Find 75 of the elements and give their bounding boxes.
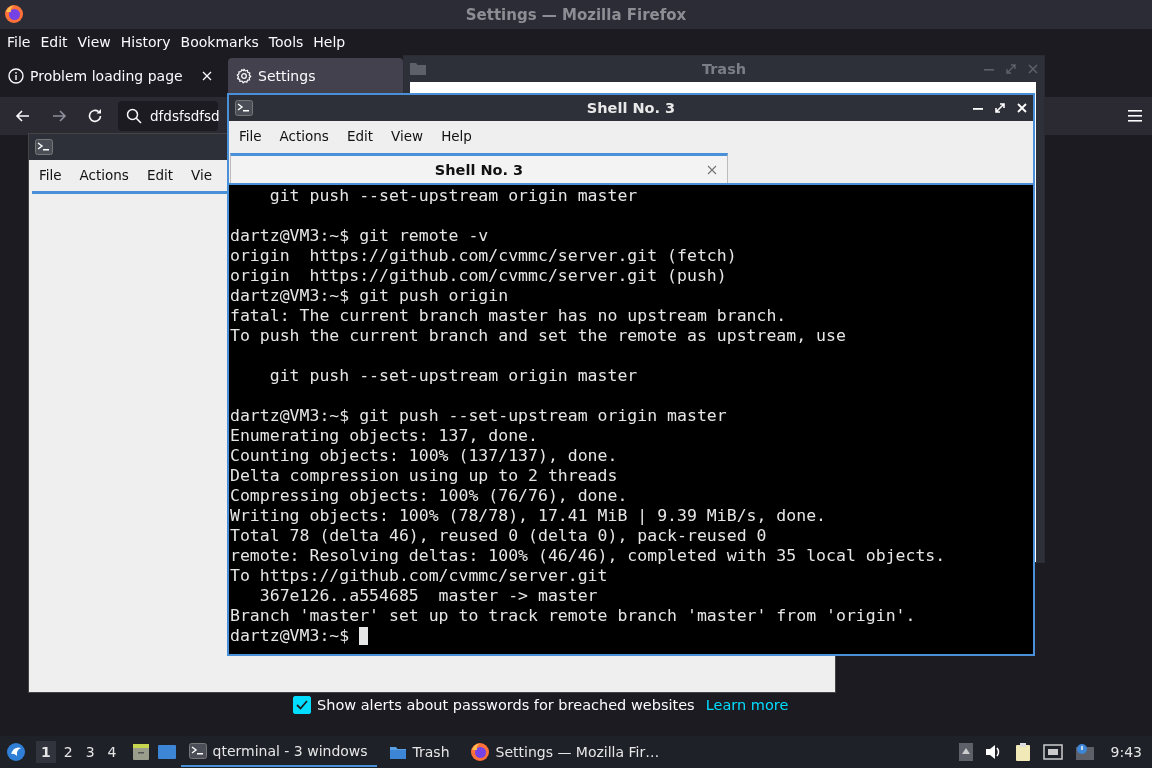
menu-item[interactable]: Actions bbox=[279, 128, 329, 144]
browser-tab[interactable]: Problem loading page bbox=[0, 58, 224, 93]
terminal-line: Branch 'master' set up to track remote branch 'master' from 'origin'. bbox=[230, 606, 917, 626]
terminal-line: 367e126..a554685 master -> master bbox=[258, 586, 599, 606]
checkbox-label: Show alerts about passwords for breached websites bbox=[317, 697, 695, 713]
terminal-line: dartz@VM3:~$ git remote -v bbox=[230, 226, 490, 246]
terminal-line: Writing objects: 100% (78/78), 17.41 MiB | 9.39 MiB/s, done. bbox=[230, 506, 828, 526]
terminal-icon bbox=[35, 139, 53, 155]
folder-icon bbox=[388, 744, 407, 760]
terminal-line: fatal: The current branch master has no upstream branch. bbox=[230, 306, 788, 326]
menu-item[interactable]: Help bbox=[441, 128, 472, 144]
window-title: Shell No. 3 bbox=[586, 100, 676, 116]
menu-item[interactable]: View bbox=[391, 128, 424, 144]
desktop-button[interactable]: 2 bbox=[58, 741, 78, 763]
menu-item[interactable]: File bbox=[7, 33, 31, 50]
terminal-line: Compressing objects: 100% (76/76), done. bbox=[230, 486, 629, 506]
search-icon bbox=[126, 108, 142, 124]
settings-icon bbox=[236, 67, 252, 84]
terminal-line: origin https://github.com/cvmmc/server.git (push) bbox=[230, 266, 728, 286]
tab-label: Problem loading page bbox=[30, 67, 184, 84]
desktop-button[interactable]: 4 bbox=[102, 741, 122, 763]
desktop-button[interactable]: 3 bbox=[80, 741, 100, 763]
checkbox[interactable] bbox=[293, 696, 311, 714]
terminal-line: git push --set-upstream origin master bbox=[268, 366, 639, 386]
terminal-line: To https://github.com/cvmmc/server.git bbox=[230, 566, 609, 586]
terminal-line: dartz@VM3:~$ git push origin bbox=[230, 286, 510, 306]
terminal-line: dartz@VM3:~$ git push --set-upstream origin master bbox=[230, 406, 728, 426]
tab-label: Settings bbox=[258, 67, 317, 84]
info-icon bbox=[8, 67, 24, 84]
terminal-line: To push the current branch and set the remote as upstream, use bbox=[230, 326, 847, 346]
menu-item[interactable]: View bbox=[77, 33, 111, 50]
start-menu-icon[interactable] bbox=[6, 742, 26, 762]
task-button[interactable]: qterminal - 3 windows bbox=[180, 737, 377, 767]
window-title: Settings — Mozilla Firefox bbox=[465, 5, 687, 24]
menu-item[interactable]: Edit bbox=[346, 128, 374, 144]
menu-item[interactable]: File bbox=[239, 128, 262, 144]
menu-icon[interactable] bbox=[1128, 110, 1142, 122]
menu-item[interactable]: Edit bbox=[40, 33, 68, 50]
window-title: Trash bbox=[701, 61, 747, 77]
menu-item[interactable]: Vie bbox=[191, 167, 213, 183]
terminal-line: git push --set-upstream origin master bbox=[268, 186, 639, 206]
menu-item[interactable]: History bbox=[120, 33, 171, 50]
notification-icon[interactable] bbox=[1074, 743, 1095, 761]
folder-icon bbox=[410, 61, 426, 75]
firefox-icon bbox=[4, 4, 24, 24]
file-manager-icon[interactable] bbox=[130, 742, 151, 762]
clipboard-icon[interactable] bbox=[1014, 742, 1031, 762]
menu-item[interactable]: Help bbox=[313, 33, 346, 50]
terminal-line: Total 78 (delta 46), reused 0 (delta 0), pack-reused 0 bbox=[230, 526, 768, 546]
terminal-line: Enumerating objects: 137, done. bbox=[230, 426, 539, 446]
network-icon[interactable] bbox=[1042, 744, 1063, 760]
clock: 9:43 bbox=[1110, 744, 1142, 760]
terminal-line: origin https://github.com/cvmmc/server.git (fetch) bbox=[230, 246, 738, 266]
terminal-icon bbox=[188, 743, 207, 759]
terminal-tab[interactable]: Shell No. 3 bbox=[230, 153, 728, 183]
menu-item[interactable]: Tools bbox=[268, 33, 304, 50]
menu-item[interactable]: File bbox=[39, 167, 62, 183]
url-field[interactable]: dfdsfsdfsd bbox=[118, 101, 218, 131]
terminal-line: Delta compression using up to 2 threads bbox=[230, 466, 619, 486]
task-button[interactable]: Trash bbox=[380, 737, 458, 767]
menu-item[interactable]: Edit bbox=[146, 167, 174, 183]
terminal-line: Counting objects: 100% (137/137), done. bbox=[230, 446, 619, 466]
desktop-icon[interactable] bbox=[156, 742, 177, 762]
terminal-cursor bbox=[359, 627, 369, 645]
terminal-line: remote: Resolving deltas: 100% (46/46), completed with 35 local objects. bbox=[230, 546, 947, 566]
firefox-icon bbox=[469, 742, 490, 762]
reload-icon[interactable] bbox=[86, 107, 104, 125]
browser-tab[interactable]: Settings bbox=[228, 58, 403, 93]
terminal-line: dartz@VM3:~$ bbox=[230, 626, 350, 646]
desktop-button[interactable]: 1 bbox=[36, 741, 56, 763]
terminal-icon bbox=[235, 100, 253, 116]
learn-more-link[interactable]: Learn more bbox=[705, 697, 789, 713]
task-button[interactable]: Settings — Mozilla Fir… bbox=[461, 737, 668, 767]
menu-item[interactable]: Bookmarks bbox=[180, 33, 259, 50]
menu-item[interactable]: Actions bbox=[79, 167, 129, 183]
